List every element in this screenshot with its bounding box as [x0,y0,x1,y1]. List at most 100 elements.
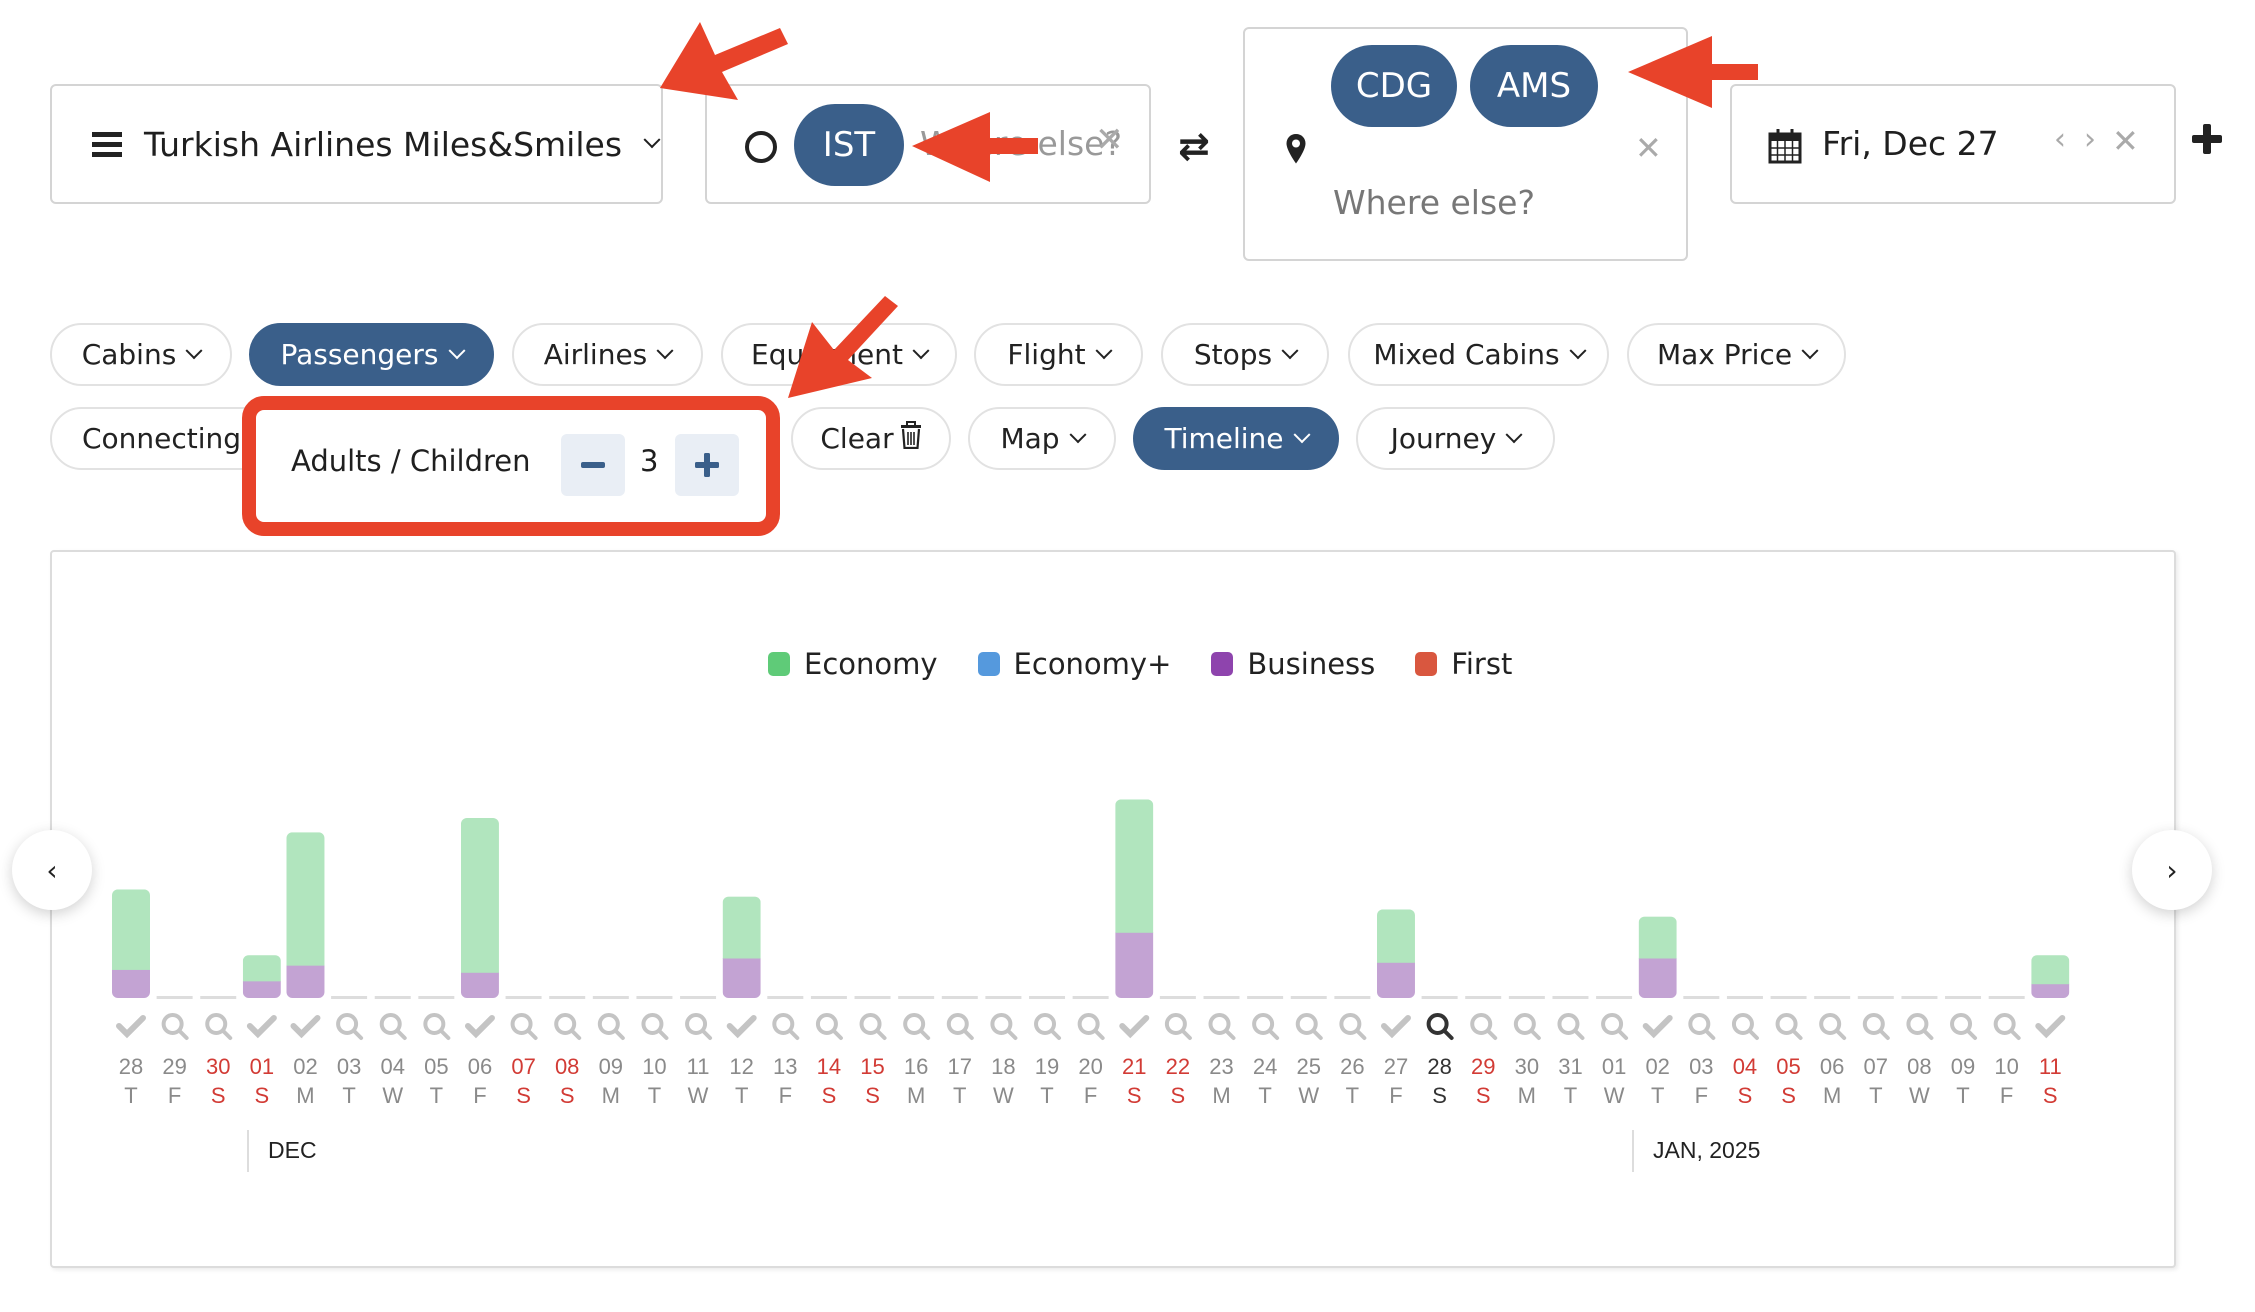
search-icon[interactable] [1557,1013,1585,1040]
empty-day-baseline [1465,996,1502,999]
search-icon[interactable] [1513,1013,1541,1040]
search-icon[interactable] [379,1013,407,1040]
timeline-prev-button[interactable]: ‹ [12,830,92,910]
search-icon[interactable] [1164,1013,1192,1040]
empty-day-baseline [1029,996,1066,999]
empty-day-baseline [1901,996,1938,999]
search-icon[interactable] [1470,1013,1498,1040]
empty-day-baseline [1203,996,1240,999]
bar-economy[interactable] [2031,955,2070,985]
search-icon[interactable] [1688,1013,1716,1040]
empty-day-baseline [1726,996,1763,999]
search-icon[interactable] [1906,1013,1934,1040]
empty-day-baseline [418,996,455,999]
empty-day-baseline [941,996,978,999]
empty-day-baseline [1247,996,1284,999]
empty-day-baseline [810,996,847,999]
month-label: JAN, 2025 [1653,1137,1761,1163]
bar-business[interactable] [2031,983,2070,999]
empty-day-baseline [592,996,629,999]
bar-business[interactable] [242,980,281,999]
bar-economy[interactable] [1638,916,1677,959]
check-icon[interactable] [726,1015,757,1039]
bar-economy[interactable] [460,818,499,973]
search-icon[interactable] [1295,1013,1323,1040]
search-icon[interactable] [597,1013,625,1040]
search-icon[interactable] [336,1013,364,1040]
check-icon[interactable] [1642,1015,1673,1039]
empty-day-baseline [374,996,411,999]
check-icon[interactable] [290,1015,321,1039]
check-icon[interactable] [1119,1015,1150,1039]
check-icon[interactable] [464,1015,495,1039]
check-icon[interactable] [1380,1015,1411,1039]
bar-business[interactable] [112,969,150,999]
month-divider [247,1130,249,1172]
search-icon[interactable] [205,1013,233,1040]
empty-day-baseline [680,996,717,999]
bar-business[interactable] [1115,932,1154,999]
search-icon[interactable] [946,1013,974,1040]
bar-economy[interactable] [112,889,150,970]
empty-day-baseline [1945,996,1982,999]
search-icon[interactable] [903,1013,931,1040]
empty-day-baseline [505,996,542,999]
bar-economy[interactable] [1115,799,1154,933]
search-icon[interactable] [1950,1013,1978,1040]
month-label: DEC [268,1137,317,1163]
empty-day-baseline [1508,996,1545,999]
search-icon[interactable] [815,1013,843,1040]
search-icon[interactable] [990,1013,1018,1040]
bar-business[interactable] [722,958,761,999]
bar-economy[interactable] [286,832,325,966]
search-icon[interactable] [554,1013,582,1040]
search-icon[interactable] [641,1013,669,1040]
search-icon[interactable] [772,1013,800,1040]
search-icon[interactable] [1034,1013,1062,1040]
bar-economy[interactable] [722,896,761,959]
bar-business[interactable] [1376,962,1415,999]
chevron-right-icon: › [2166,853,2178,887]
empty-day-baseline [1683,996,1720,999]
search-icon[interactable] [1731,1013,1759,1040]
search-icon[interactable] [859,1013,887,1040]
search-icon[interactable] [510,1013,538,1040]
search-icon[interactable] [1775,1013,1803,1040]
search-icon[interactable] [1862,1013,1890,1040]
check-icon[interactable] [246,1015,277,1039]
search-icon[interactable] [1077,1013,1105,1040]
empty-day-baseline [767,996,804,999]
empty-day-baseline [636,996,673,999]
search-icon[interactable] [161,1013,189,1040]
bar-economy[interactable] [1376,909,1415,963]
bar-economy[interactable] [242,955,281,982]
empty-day-baseline [1988,996,2025,999]
check-icon[interactable] [2035,1015,2066,1039]
empty-day-baseline [985,996,1022,999]
bar-business[interactable] [1638,958,1677,999]
bar-business[interactable] [460,972,499,998]
search-icon[interactable] [1208,1013,1236,1040]
timeline-bar-chart [112,799,2070,1040]
empty-day-baseline [200,996,237,999]
bar-business[interactable] [286,965,325,998]
search-icon[interactable] [1819,1013,1847,1040]
empty-day-baseline [1770,996,1807,999]
search-icon[interactable] [685,1013,713,1040]
search-icon[interactable] [1426,1013,1454,1040]
timeline-next-button[interactable]: › [2132,830,2212,910]
search-icon[interactable] [1252,1013,1280,1040]
empty-day-baseline [1814,996,1851,999]
empty-day-baseline [331,996,368,999]
search-icon[interactable] [1601,1013,1629,1040]
search-icon[interactable] [423,1013,451,1040]
empty-day-baseline [1596,996,1633,999]
check-icon[interactable] [116,1015,146,1039]
search-icon[interactable] [1339,1013,1367,1040]
empty-day-baseline [156,996,193,999]
empty-day-baseline [1857,996,1894,999]
empty-day-baseline [1552,996,1589,999]
empty-day-baseline [854,996,891,999]
empty-day-baseline [1334,996,1371,999]
search-icon[interactable] [1993,1013,2021,1040]
